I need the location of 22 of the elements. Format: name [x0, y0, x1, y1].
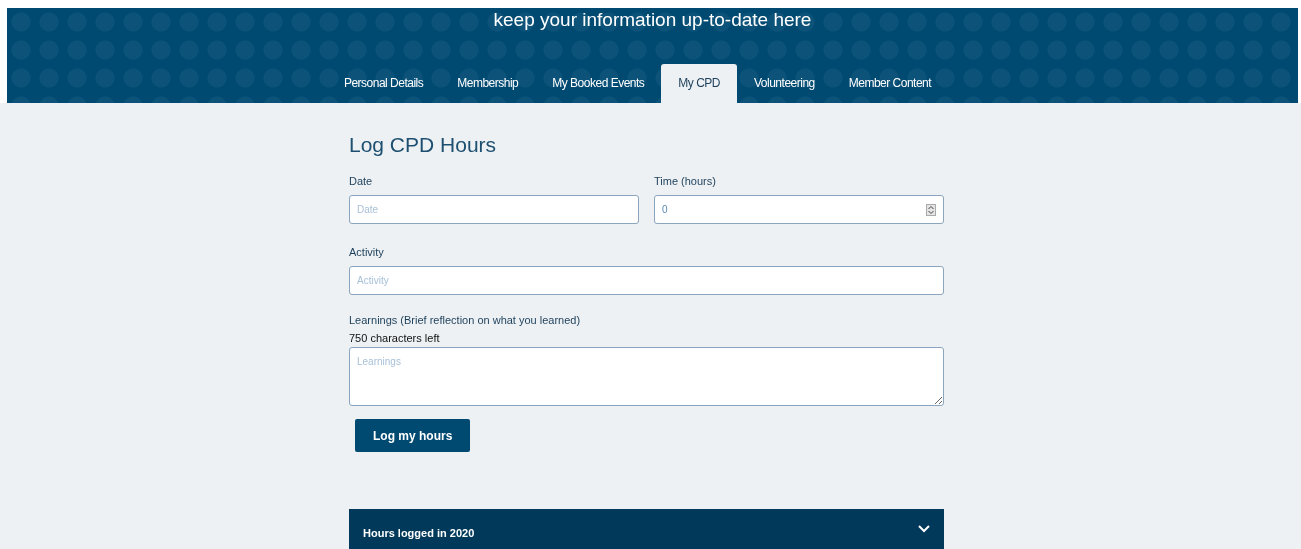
profile-tab[interactable]: Volunteering [737, 64, 832, 103]
profile-tab[interactable]: My CPD [661, 64, 737, 103]
field-label: Activity [349, 246, 385, 258]
chevron-icon [918, 525, 930, 533]
profile-tab[interactable]: Personal Details [326, 64, 441, 103]
field-label: Date [349, 175, 374, 187]
time-field[interactable]: 0 [654, 195, 944, 224]
profile-tab[interactable]: My Booked Events [535, 64, 662, 103]
accordion-title: Hours logged in 2020 [363, 527, 475, 539]
field-label: Time (hours) [654, 175, 717, 187]
field-label: Learnings (Brief reflection on what you learned) [349, 314, 582, 326]
character-counter: 750 characters left [349, 332, 441, 344]
accordion-header[interactable]: Hours logged in 2020 [349, 509, 944, 549]
header-subtitle: keep your information up-to-date here [493, 9, 812, 31]
form-title: Log CPD Hours [349, 133, 498, 157]
spinner-icon[interactable] [926, 203, 936, 216]
learnings-field[interactable]: Learnings [349, 347, 944, 406]
profile-tab[interactable]: Membership [440, 64, 536, 103]
activity-field[interactable]: Activity [349, 266, 944, 295]
log-hours-button[interactable]: Log my hours [355, 419, 471, 452]
date-field[interactable]: Date [349, 195, 639, 224]
profile-tab[interactable]: Member Content [831, 64, 949, 103]
